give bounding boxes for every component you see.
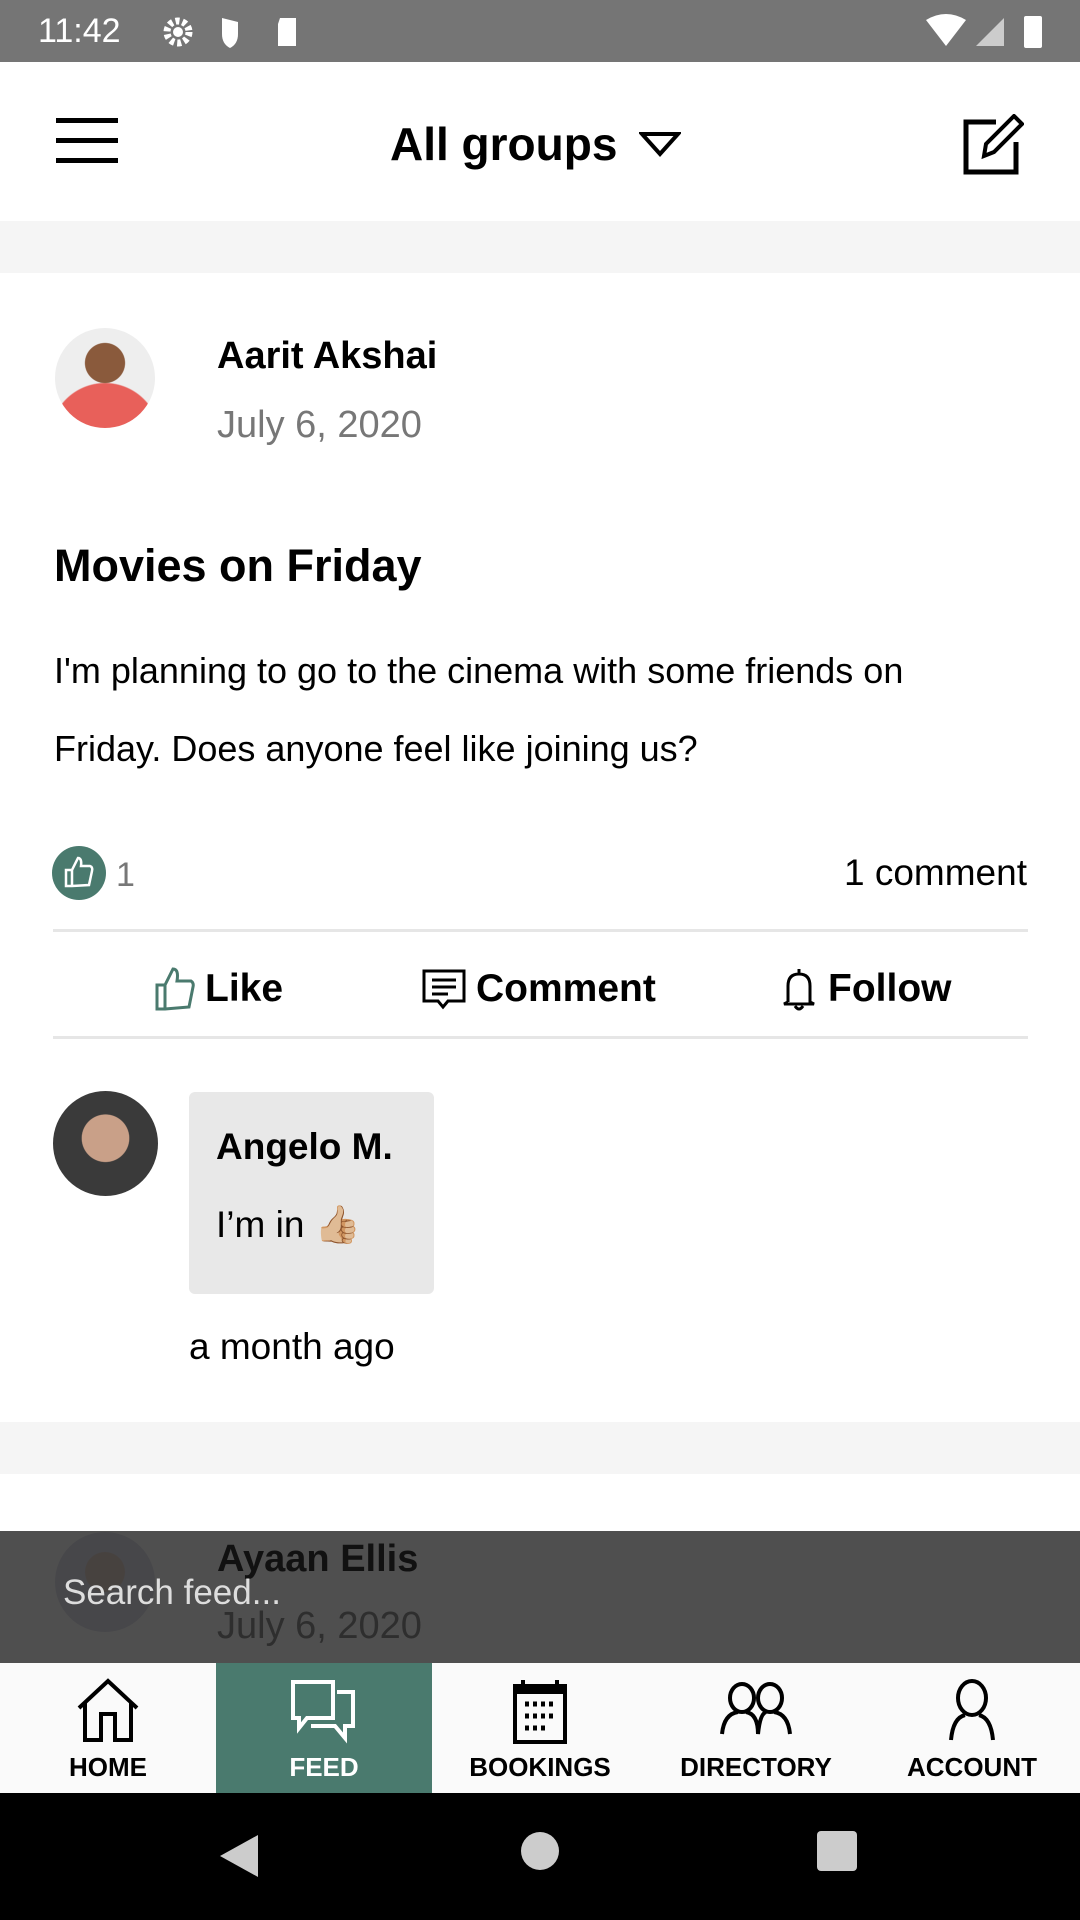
recents-icon[interactable] xyxy=(817,1831,857,1871)
like-label: Like xyxy=(205,967,284,1010)
comment-text: I’m in 👍🏼 xyxy=(216,1204,361,1245)
nav-feed-label: FEED xyxy=(289,1752,359,1782)
group-selector[interactable]: All groups xyxy=(390,117,682,171)
post-title: Movies on Friday xyxy=(54,540,422,591)
nav-bookings[interactable]: BOOKINGS xyxy=(432,1663,648,1793)
like-count: 1 xyxy=(116,856,135,894)
comment-icon xyxy=(422,969,466,1010)
app-header: All groups xyxy=(0,62,1080,221)
comment-bubble: Angelo M. I’m in 👍🏼 xyxy=(189,1092,434,1294)
account-icon xyxy=(949,1679,995,1741)
nav-directory[interactable]: DIRECTORY xyxy=(648,1663,864,1793)
nav-account[interactable]: ACCOUNT xyxy=(864,1663,1080,1793)
author-avatar[interactable] xyxy=(55,328,155,428)
like-count-icon xyxy=(52,846,106,900)
status-right-icons xyxy=(926,14,1042,48)
post-body-line2: Friday. Does anyone feel like joining us… xyxy=(54,728,698,769)
system-nav-bar xyxy=(0,1793,1080,1920)
nav-feed[interactable]: FEED xyxy=(216,1663,432,1793)
nav-bookings-label: BOOKINGS xyxy=(469,1752,611,1782)
divider xyxy=(53,929,1028,932)
follow-button[interactable]: Follow xyxy=(780,962,951,1016)
thumbs-up-icon xyxy=(155,967,195,1011)
separator xyxy=(0,1422,1080,1474)
comment-label: Comment xyxy=(476,967,656,1010)
comment-time: a month ago xyxy=(189,1326,395,1367)
separator xyxy=(0,221,1080,273)
nav-home[interactable]: HOME xyxy=(0,1663,216,1793)
home-icon xyxy=(77,1678,139,1742)
commenter-avatar[interactable] xyxy=(53,1091,158,1196)
home-circle-icon[interactable] xyxy=(520,1831,560,1871)
back-icon[interactable] xyxy=(218,1833,260,1879)
follow-label: Follow xyxy=(828,967,952,1010)
group-selector-label: All groups xyxy=(390,118,618,170)
feed-icon xyxy=(291,1680,355,1744)
nav-account-label: ACCOUNT xyxy=(907,1752,1037,1782)
post-body-line1: I'm planning to go to the cinema with so… xyxy=(54,650,904,691)
bottom-nav: HOME FEED BOOKINGS DIRECTORY ACCOUNT xyxy=(0,1663,1080,1793)
nav-directory-label: DIRECTORY xyxy=(680,1752,832,1782)
divider xyxy=(53,1036,1028,1039)
chevron-down-icon xyxy=(639,132,682,157)
search-placeholder: Search feed... xyxy=(63,1573,281,1612)
hamburger-icon[interactable] xyxy=(56,118,118,164)
status-icons xyxy=(163,17,296,48)
calendar-icon xyxy=(513,1680,567,1744)
bell-icon xyxy=(783,969,815,1011)
commenter-name[interactable]: Angelo M. xyxy=(216,1126,393,1168)
comment-button[interactable]: Comment xyxy=(422,962,656,1016)
edit-icon[interactable] xyxy=(962,114,1024,176)
author-name[interactable]: Aarit Akshai xyxy=(217,335,437,378)
comment-count[interactable]: 1 comment xyxy=(844,852,1027,894)
status-bar: 11:42 xyxy=(0,0,1080,62)
people-icon xyxy=(720,1682,792,1735)
nav-home-label: HOME xyxy=(69,1752,147,1782)
post-date: July 6, 2020 xyxy=(217,404,422,446)
status-time: 11:42 xyxy=(38,12,121,50)
like-button[interactable]: Like xyxy=(155,962,283,1016)
